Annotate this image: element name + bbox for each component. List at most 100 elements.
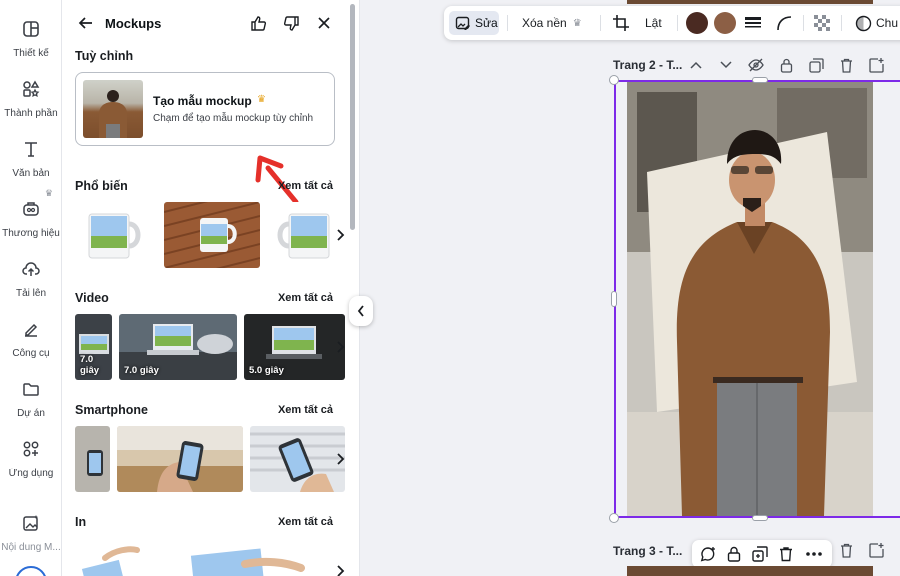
page-1-preview (627, 0, 873, 4)
smartphone-thumbnail-1[interactable] (75, 426, 110, 492)
back-arrow-icon[interactable] (76, 13, 96, 33)
video-thumbnail-1[interactable]: 7.0 giây (75, 314, 112, 380)
transparency-icon (814, 15, 830, 31)
mug-on-table-thumbnail[interactable] (164, 202, 260, 268)
thumbs-up-icon[interactable] (248, 13, 268, 33)
side-rail: Thiết kế Thành phần Văn bản ♛ Thương hiệ… (0, 0, 62, 576)
print-thumbnail-1[interactable] (75, 538, 155, 576)
magic-media-icon (0, 512, 62, 534)
panel-title: Mockups (105, 16, 162, 31)
video-thumbnail-2[interactable]: 7.0 giây (119, 314, 237, 380)
video-see-all-link[interactable]: Xem tất cả (278, 292, 333, 304)
lock-icon[interactable] (724, 544, 744, 564)
layout-icon (0, 18, 62, 40)
rail-item-projects[interactable]: Dự án (0, 378, 62, 419)
duplicate-icon[interactable] (806, 55, 826, 75)
comment-icon[interactable] (698, 544, 718, 564)
rail-label-brand: Thương hiệu (2, 228, 60, 239)
rail-item-upload[interactable]: Tải lên (0, 258, 62, 299)
popular-section-title: Phổ biến (75, 179, 128, 193)
create-mockup-card[interactable]: Tạo mẫu mockup ♛ Chạm để tạo mẫu mockup … (75, 72, 335, 146)
rail-item-apps[interactable]: Ứng dụng (0, 438, 62, 479)
rail-label-elements: Thành phần (4, 108, 58, 119)
rail-item-brand[interactable]: ♛ Thương hiệu (0, 188, 62, 239)
draw-tool-icon (0, 318, 62, 340)
remove-background-label: Xóa nền (522, 16, 567, 30)
chevron-down-icon[interactable] (716, 55, 736, 75)
add-page-icon[interactable] (866, 55, 886, 75)
cutout-button[interactable]: Chu (855, 6, 898, 40)
more-options-icon[interactable] (804, 544, 824, 564)
crown-icon: ♛ (572, 17, 582, 29)
selection-frame (614, 80, 900, 518)
upload-icon (0, 258, 62, 280)
hide-page-icon[interactable] (746, 55, 766, 75)
chevron-right-icon[interactable] (329, 224, 351, 246)
smartphone-thumbnail-2[interactable] (117, 426, 243, 492)
corner-rounding-button[interactable] (776, 6, 792, 40)
page-3-title[interactable]: Trang 3 - T... (613, 544, 682, 558)
page-2-title[interactable]: Trang 2 - T... (613, 58, 682, 72)
thumbs-down-icon[interactable] (281, 13, 301, 33)
custom-card-thumbnail (83, 80, 143, 138)
rail-item-elements[interactable]: Thành phần (0, 78, 62, 119)
rail-item-text[interactable]: Văn bản (0, 138, 62, 179)
smartphone-see-all-link[interactable]: Xem tất cả (278, 404, 333, 416)
trash-icon[interactable] (836, 55, 856, 75)
popular-see-all-link[interactable]: Xem tất cả (278, 180, 333, 192)
rail-item-design[interactable]: Thiết kế (0, 18, 62, 59)
panel-header: Mockups (62, 0, 359, 46)
chevron-right-icon[interactable] (329, 336, 351, 358)
resize-handle-top-left[interactable] (609, 75, 619, 85)
border-style-button[interactable] (745, 6, 761, 40)
resize-handle-bottom-left[interactable] (609, 513, 619, 523)
crown-icon: ♛ (257, 94, 266, 105)
edit-image-button[interactable]: Sửa (449, 11, 499, 35)
brand-icon (0, 198, 62, 220)
color-swatch-dark-brown[interactable] (686, 12, 708, 34)
close-icon[interactable] (314, 13, 334, 33)
rail-label-design: Thiết kế (13, 48, 49, 59)
resize-handle-left[interactable] (611, 291, 617, 307)
print-thumbnail-2[interactable] (175, 538, 345, 576)
toolbar-divider (600, 15, 601, 31)
trash-icon[interactable] (776, 544, 796, 564)
avatar[interactable] (15, 566, 47, 576)
element-floating-toolbar (692, 540, 832, 568)
remove-background-button[interactable]: Xóa nền ♛ (522, 6, 582, 40)
flip-button[interactable]: Lật (645, 6, 662, 40)
crop-icon (612, 14, 630, 32)
chevron-right-icon[interactable] (329, 448, 351, 470)
mug-mockup-thumbnail[interactable] (75, 202, 155, 268)
video-strip: 7.0 giây 7.0 giây 5.0 giây (75, 314, 345, 380)
cutout-label: Chu (876, 16, 899, 30)
transparency-button[interactable] (814, 6, 830, 40)
chevron-right-icon[interactable] (329, 560, 351, 576)
crop-button[interactable] (612, 6, 630, 40)
rail-item-tools[interactable]: Công cụ (0, 318, 62, 359)
smartphone-strip (75, 426, 345, 492)
print-section-title: In (75, 515, 87, 529)
trash-icon[interactable] (836, 540, 856, 560)
lock-icon[interactable] (776, 55, 796, 75)
chevron-left-icon (357, 305, 365, 317)
shape-cut-icon (855, 15, 872, 32)
chevron-up-icon[interactable] (686, 55, 706, 75)
print-see-all-link[interactable]: Xem tất cả (278, 516, 333, 528)
crown-icon: ♛ (44, 188, 53, 198)
color-swatch-brown[interactable] (714, 12, 736, 34)
resize-handle-bottom[interactable] (752, 515, 768, 521)
toolbar-divider (677, 15, 678, 31)
add-page-icon[interactable] (866, 540, 886, 560)
video-duration: 7.0 giây (124, 365, 159, 376)
print-strip (75, 538, 345, 576)
rail-label-magic-media: Nội dung M... (1, 542, 61, 553)
panel-scrollbar[interactable] (350, 4, 355, 230)
rail-item-magic-media[interactable]: Nội dung M... (0, 512, 62, 553)
mockups-panel: Mockups Tuỳ chỉnh Tạo mẫu mockup ♛ Chạm … (62, 0, 360, 576)
duplicate-icon[interactable] (750, 544, 770, 564)
collapse-panel-button[interactable] (349, 296, 373, 326)
rail-label-apps: Ứng dụng (8, 468, 54, 479)
resize-handle-top[interactable] (752, 77, 768, 83)
custom-card-title: Tạo mẫu mockup (153, 94, 252, 108)
